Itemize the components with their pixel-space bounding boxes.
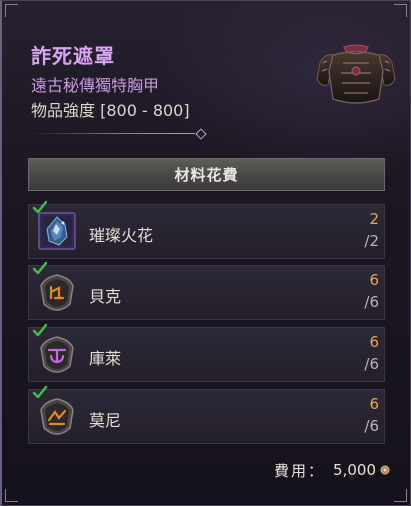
crafting-fee: 費用： 5,000 <box>274 459 390 481</box>
item-name: 詐死遮罩 <box>31 44 115 68</box>
mon-rune-icon <box>40 398 74 435</box>
material-name: 庫萊 <box>89 349 122 368</box>
material-required-count: /2 <box>364 232 379 250</box>
item-type: 遠古秘傳獨特胸甲 <box>31 76 160 95</box>
cir-rune-icon <box>40 336 74 373</box>
material-row-ber[interactable]: 貝克 6 /6 <box>28 261 385 320</box>
gold-coin-icon <box>380 465 390 475</box>
fee-value: 5,000 <box>333 461 376 479</box>
material-name: 璀璨火花 <box>89 226 154 245</box>
material-row-mon[interactable]: 莫尼 6 /6 <box>28 385 385 444</box>
material-required-count: /6 <box>364 293 379 311</box>
fee-label: 費用： <box>274 461 326 480</box>
material-name: 貝克 <box>89 287 122 306</box>
panel-corner-ornament <box>394 489 407 502</box>
item-power: 物品強度 [800 - 800] <box>31 101 190 120</box>
ber-rune-icon <box>40 274 74 311</box>
material-owned-count: 2 <box>369 210 379 228</box>
panel-corner-ornament <box>5 489 18 502</box>
item-tooltip-panel: 詐死遮罩 遠古秘傳獨特胸甲 物品強度 [800 - 800] 材料花費 璀璨火花… <box>0 0 411 506</box>
materials-header-label: 材料花費 <box>174 166 239 184</box>
material-owned-count: 6 <box>369 333 379 351</box>
resplendent-spark-icon <box>38 212 76 250</box>
panel-corner-ornament <box>5 4 18 17</box>
panel-corner-ornament <box>394 4 407 17</box>
chest-armor-icon[interactable] <box>313 41 399 107</box>
material-owned-count: 6 <box>369 395 379 413</box>
material-row-resplendent-spark[interactable]: 璀璨火花 2 /2 <box>28 200 385 259</box>
material-owned-count: 6 <box>369 271 379 289</box>
material-name: 莫尼 <box>89 411 122 430</box>
material-required-count: /6 <box>364 355 379 373</box>
material-row-cir[interactable]: 庫萊 6 /6 <box>28 323 385 382</box>
divider <box>31 128 207 140</box>
materials-header: 材料花費 <box>28 158 385 191</box>
material-required-count: /6 <box>364 417 379 435</box>
